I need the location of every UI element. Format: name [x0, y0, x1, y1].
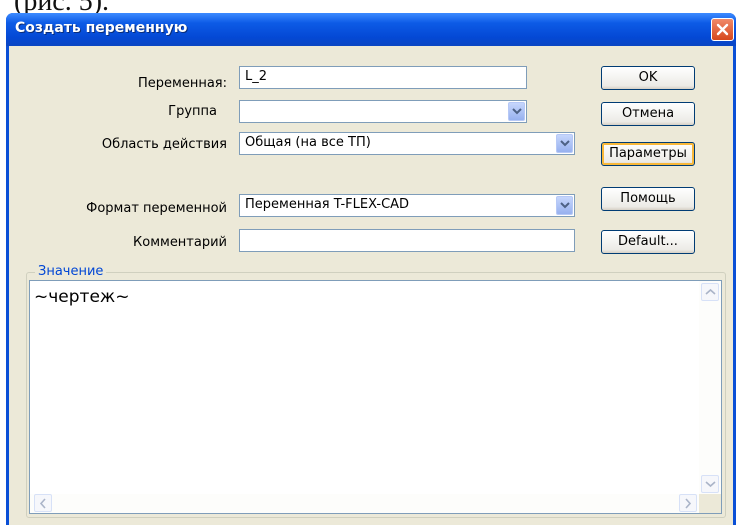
- scrollbar-corner: [699, 494, 721, 513]
- chevron-down-icon: [560, 202, 570, 209]
- cancel-button[interactable]: Отмена: [601, 102, 695, 126]
- help-button[interactable]: Помощь: [601, 187, 695, 211]
- chevron-right-icon: [685, 498, 692, 509]
- value-textarea[interactable]: ~чертеж~: [29, 280, 722, 514]
- create-variable-dialog: Создать переменную Переменная: L_2 Групп…: [6, 13, 736, 525]
- chevron-down-icon: [512, 108, 522, 115]
- scroll-left-button[interactable]: [34, 494, 52, 512]
- chevron-left-icon: [39, 498, 46, 509]
- comment-label: Комментарий: [133, 235, 227, 250]
- horizontal-scrollbar[interactable]: [30, 494, 701, 513]
- format-select-value: Переменная T-FLEX-CAD: [245, 197, 410, 212]
- ok-button[interactable]: OK: [601, 66, 695, 90]
- value-group-legend: Значение: [35, 264, 107, 279]
- scope-select[interactable]: Общая (на все ТП): [239, 132, 575, 155]
- dialog-title: Создать переменную: [15, 20, 188, 36]
- scope-label: Область действия: [101, 137, 227, 152]
- scroll-up-button[interactable]: [701, 283, 719, 301]
- group-label: Группа: [168, 104, 217, 119]
- value-groupbox: Значение ~чертеж~: [26, 264, 726, 518]
- variable-name-input[interactable]: L_2: [239, 66, 527, 89]
- group-dropdown-button[interactable]: [508, 102, 525, 121]
- format-dropdown-button[interactable]: [556, 196, 573, 215]
- format-select[interactable]: Переменная T-FLEX-CAD: [239, 194, 575, 217]
- scroll-down-button[interactable]: [701, 475, 719, 493]
- scroll-right-button[interactable]: [679, 494, 697, 512]
- scope-dropdown-button[interactable]: [556, 134, 573, 153]
- scope-select-value: Общая (на все ТП): [245, 135, 371, 150]
- title-bar[interactable]: Создать переменную: [6, 13, 736, 46]
- comment-input[interactable]: [239, 229, 575, 252]
- value-text: ~чертеж~: [34, 287, 130, 307]
- default-button[interactable]: Default...: [601, 230, 695, 254]
- chevron-up-icon: [705, 288, 716, 295]
- close-button[interactable]: [711, 18, 734, 41]
- parameters-button[interactable]: Параметры: [601, 142, 695, 166]
- vertical-scrollbar[interactable]: [699, 281, 721, 495]
- format-label: Формат переменной: [86, 201, 227, 216]
- variable-label: Переменная:: [138, 76, 227, 91]
- dialog-client-area: Переменная: L_2 Группа Область действия …: [9, 46, 733, 525]
- close-icon: [716, 23, 729, 36]
- group-select[interactable]: [239, 100, 527, 123]
- chevron-down-icon: [560, 140, 570, 147]
- chevron-down-icon: [705, 481, 716, 488]
